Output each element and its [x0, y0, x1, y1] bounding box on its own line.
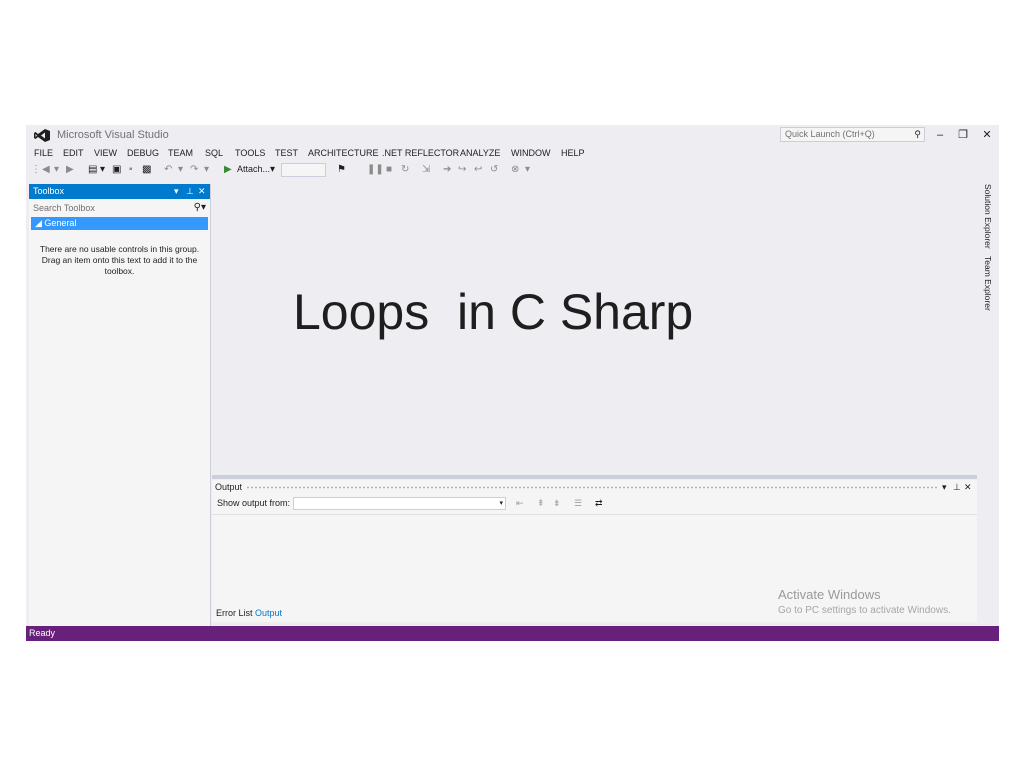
quick-launch-input[interactable]: Quick Launch (Ctrl+Q) ⚲: [780, 127, 925, 142]
previous-message-icon[interactable]: ⇞: [537, 494, 545, 512]
activate-windows-title: Activate Windows: [778, 587, 881, 602]
new-project-icon[interactable]: ▤: [88, 163, 97, 177]
menu-test[interactable]: TEST: [275, 148, 298, 158]
dropdown-arrow-icon[interactable]: ▾: [54, 163, 59, 177]
tab-team-explorer[interactable]: Team Explorer: [983, 256, 993, 311]
tab-solution-explorer[interactable]: Solution Explorer: [983, 184, 993, 249]
close-icon[interactable]: ✕: [198, 184, 206, 199]
clear-all-icon[interactable]: ☰: [574, 494, 582, 512]
minimize-button[interactable]: –: [930, 127, 950, 143]
menu-sql[interactable]: SQL: [205, 148, 223, 158]
tab-output[interactable]: Output: [255, 606, 282, 621]
output-toolbar: Show output from: ▾ ⇤ ⇞ ⇟ ☰ ⇄: [212, 494, 977, 512]
toolbox-search-input[interactable]: Search Toolbox ⚲▾: [29, 201, 210, 215]
dropdown-arrow-icon[interactable]: ▾: [270, 163, 275, 177]
restore-button[interactable]: ❐: [953, 127, 973, 143]
overlay-title: Loops in C Sharp: [293, 284, 694, 340]
start-debugging-icon[interactable]: ▶: [224, 163, 232, 177]
standard-toolbar: ⋮ ◀ ▾ ▶ ▤ ▾ ▣ ▪ ▩ ↶ ▾ ↷ ▾ ▶ Attach... ▾ …: [26, 163, 999, 179]
toolbox-group-general[interactable]: ◢ General: [31, 217, 208, 230]
output-title: Output: [215, 482, 243, 492]
pin-icon[interactable]: ⊥: [186, 184, 194, 199]
collapse-arrow-icon: ◢: [35, 218, 45, 228]
status-text: Ready: [29, 628, 56, 638]
step-back-icon[interactable]: ↺: [490, 163, 498, 177]
back-icon[interactable]: ◀: [42, 163, 50, 177]
grip-dots: [246, 486, 937, 489]
dropdown-arrow-icon[interactable]: ▾: [174, 184, 179, 199]
menu-tools[interactable]: TOOLS: [235, 148, 265, 158]
next-message-icon[interactable]: ⇟: [553, 494, 561, 512]
menu-view[interactable]: VIEW: [94, 148, 117, 158]
show-output-label: Show output from:: [217, 498, 291, 508]
menu-net-reflector[interactable]: .NET REFLECTOR: [382, 148, 459, 158]
visual-studio-logo-icon: [34, 129, 50, 142]
redo-icon[interactable]: ↷: [190, 163, 198, 177]
panel-splitter[interactable]: [212, 475, 977, 479]
toolbox-empty-message: There are no usable controls in this gro…: [39, 244, 200, 276]
tab-error-list[interactable]: Error List: [216, 606, 253, 621]
step-over-icon[interactable]: ↪: [458, 163, 466, 177]
show-next-statement-icon[interactable]: ⇲: [422, 163, 430, 177]
find-message-icon[interactable]: ⇤: [516, 494, 524, 512]
close-icon[interactable]: ✕: [964, 480, 972, 494]
stop-icon[interactable]: ■: [386, 163, 392, 177]
pause-icon[interactable]: ❚❚: [367, 163, 384, 177]
forward-icon[interactable]: ▶: [66, 163, 74, 177]
toolbox-title: Toolbox: [33, 186, 65, 196]
search-icon[interactable]: ⚲▾: [194, 201, 206, 215]
find-in-files-icon[interactable]: ⚑: [337, 163, 346, 177]
menu-architecture[interactable]: ARCHITECTURE: [308, 148, 379, 158]
step-out-icon[interactable]: ↩: [474, 163, 482, 177]
save-all-icon[interactable]: ▩: [142, 163, 151, 177]
menu-window[interactable]: WINDOW: [511, 148, 551, 158]
menu-edit[interactable]: EDIT: [63, 148, 84, 158]
undo-icon[interactable]: ↶: [164, 163, 172, 177]
dropdown-arrow-icon[interactable]: ▾: [178, 163, 183, 177]
chevron-down-icon: ▾: [499, 500, 503, 507]
toolbar-grip-icon: ⋮: [31, 164, 41, 175]
dropdown-arrow-icon[interactable]: ▾: [100, 163, 105, 177]
breakpoint-icon[interactable]: ⊗: [511, 163, 519, 177]
open-file-icon[interactable]: ▣: [112, 163, 121, 177]
save-icon[interactable]: ▪: [129, 163, 133, 177]
search-icon: ⚲: [914, 129, 921, 139]
quick-launch-placeholder: Quick Launch (Ctrl+Q): [785, 129, 875, 139]
menu-analyze[interactable]: ANALYZE: [460, 148, 500, 158]
toolbox-header: Toolbox ▾ ⊥ ✕: [29, 184, 210, 199]
pin-icon[interactable]: ⊥: [953, 480, 961, 494]
menu-bar: FILE EDIT VIEW DEBUG TEAM SQL TOOLS TEST…: [26, 146, 999, 160]
output-header: Output ▾ ⊥ ✕: [212, 480, 977, 494]
dropdown-arrow-icon[interactable]: ▾: [204, 163, 209, 177]
menu-team[interactable]: TEAM: [168, 148, 193, 158]
step-into-icon[interactable]: ➔: [443, 163, 451, 177]
activate-windows-subtitle: Go to PC settings to activate Windows.: [778, 605, 951, 616]
status-bar: Ready: [26, 626, 999, 641]
side-tab-strip: Solution Explorer Team Explorer: [981, 184, 999, 384]
restart-icon[interactable]: ↻: [401, 163, 409, 177]
toolbox-group-label: General: [44, 218, 77, 228]
title-bar: Microsoft Visual Studio Quick Launch (Ct…: [26, 125, 999, 145]
app-title: Microsoft Visual Studio: [57, 129, 169, 141]
close-button[interactable]: ✕: [977, 127, 997, 143]
word-wrap-icon[interactable]: ⇄: [595, 494, 603, 512]
toolbox-panel: Toolbox ▾ ⊥ ✕ Search Toolbox ⚲▾ ◢ Genera…: [29, 184, 211, 628]
show-output-select[interactable]: ▾: [293, 497, 506, 510]
toolbox-search-placeholder: Search Toolbox: [33, 203, 95, 213]
solution-config-combo[interactable]: [281, 163, 326, 177]
dropdown-arrow-icon[interactable]: ▾: [942, 480, 947, 494]
menu-help[interactable]: HELP: [561, 148, 585, 158]
menu-debug[interactable]: DEBUG: [127, 148, 159, 158]
visual-studio-window: Microsoft Visual Studio Quick Launch (Ct…: [26, 125, 999, 641]
attach-button[interactable]: Attach...: [237, 164, 270, 174]
dropdown-arrow-icon[interactable]: ▾: [525, 163, 530, 177]
menu-file[interactable]: FILE: [34, 148, 53, 158]
